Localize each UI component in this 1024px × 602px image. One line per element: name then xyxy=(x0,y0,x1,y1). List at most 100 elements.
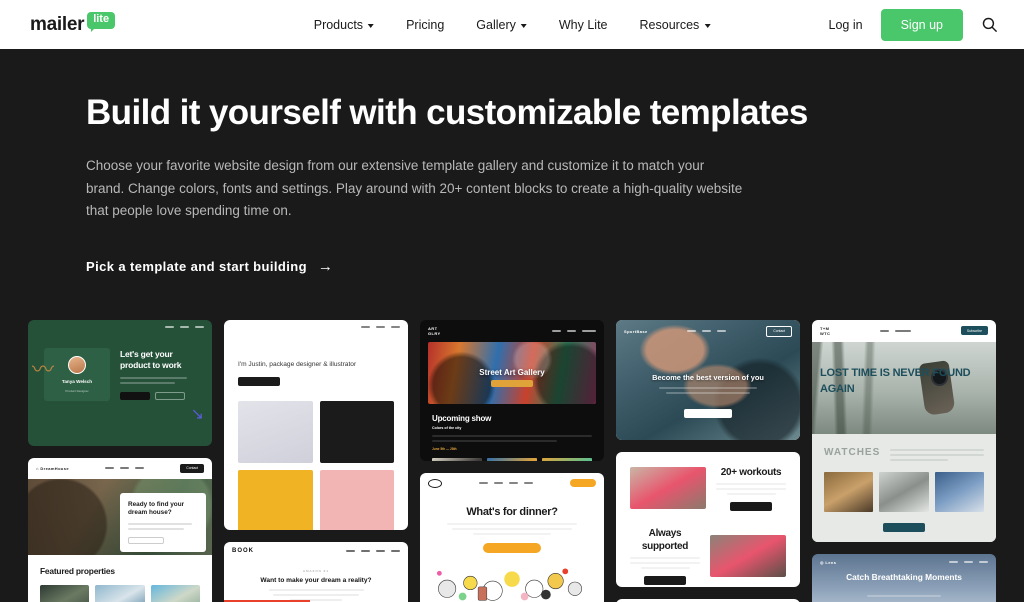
mini-nav-links xyxy=(552,329,596,332)
mini-nav-links xyxy=(687,330,727,333)
mini-cta-button[interactable]: Contact xyxy=(180,463,204,473)
personal-buttons xyxy=(120,391,196,400)
login-link[interactable]: Log in xyxy=(829,18,863,32)
nav-label-pricing: Pricing xyxy=(406,17,445,32)
top-navigation-bar: mailer lite Products Pricing Gallery Why… xyxy=(0,0,1024,49)
mini-navbar: SportBase Contact xyxy=(616,320,800,343)
template-card-package-designer[interactable]: I'm Justin, package designer & illustrat… xyxy=(224,319,408,530)
upcoming-show-subtitle: Colors of the city xyxy=(432,425,462,430)
supported-paragraph xyxy=(630,556,700,569)
package-image xyxy=(238,400,313,463)
watches-section-title: WATCHES xyxy=(824,446,881,458)
watch-image xyxy=(934,471,984,512)
template-card-street-art[interactable]: ART GLRY Street Art Gallery Upcoming show… xyxy=(420,319,604,461)
nav-item-why-lite[interactable]: Why Lite xyxy=(559,18,608,32)
fitness-cta-button[interactable] xyxy=(684,408,732,418)
artwork-thumbnails xyxy=(420,457,604,461)
workouts-button[interactable] xyxy=(730,501,772,511)
template-card-real-estate[interactable]: ⌂ DreamHouse Contact Ready to find your … xyxy=(28,457,212,602)
featured-properties-section: Featured properties Scandinavian Style h… xyxy=(28,555,212,602)
supported-heading: Always supported xyxy=(641,527,689,552)
nav-item-resources[interactable]: Resources xyxy=(640,18,711,32)
gallery-column-2: I'm Justin, package designer & illustrat… xyxy=(224,319,408,602)
template-card-watches[interactable]: T+M WTC Subscribe LOST TIME IS NEVER FOUN… xyxy=(812,319,996,542)
template-card-fitness-hero[interactable]: SportBase Contact Become the best versio… xyxy=(616,319,800,440)
mini-navbar: T+M WTC Subscribe xyxy=(812,320,996,342)
artwork-image xyxy=(487,457,537,461)
show-date: June 5th — 28th xyxy=(432,446,457,451)
package-image-grid xyxy=(224,400,408,530)
mini-logo: T+M WTC xyxy=(820,325,831,336)
watches-paragraph xyxy=(890,448,984,461)
real-estate-hero-image: Ready to find your dream house? xyxy=(28,478,212,555)
featured-properties-title: Featured properties xyxy=(40,565,115,576)
logo-lite-badge: lite xyxy=(87,12,116,32)
personal-hero: Tanya Welsch Product Designer Let's get … xyxy=(28,347,212,401)
street-art-cta-button[interactable] xyxy=(491,380,533,388)
mini-cta-button[interactable] xyxy=(570,479,596,488)
book-hero: AMAZON #1 Want to make your dream a real… xyxy=(224,569,408,602)
dinner-cta-button[interactable] xyxy=(483,542,541,553)
template-card-dinner[interactable]: What's for dinner? xyxy=(420,472,604,602)
real-estate-cta-button[interactable] xyxy=(128,537,164,545)
primary-button[interactable] xyxy=(120,391,150,400)
fitness-hero-title: Become the best version of you xyxy=(652,372,764,382)
personal-copy: Let's get your product to work xyxy=(120,349,196,400)
workouts-heading: 20+ workouts xyxy=(720,466,782,478)
watches-cta-button[interactable] xyxy=(883,522,925,532)
dinner-heading: What's for dinner? xyxy=(466,505,558,518)
logo-wordmark: mailer xyxy=(30,14,85,35)
template-gallery: 〰 ↘ Tanya Welsch Product Designer Let's … xyxy=(0,319,1024,602)
supported-image xyxy=(710,534,786,577)
workout-image xyxy=(630,467,706,510)
photography-paragraph xyxy=(867,594,941,597)
template-card-personal[interactable]: 〰 ↘ Tanya Welsch Product Designer Let's … xyxy=(28,319,212,446)
secondary-button[interactable] xyxy=(155,391,185,400)
dinner-paragraph xyxy=(447,522,577,535)
supported-copy: Always supported xyxy=(630,527,700,585)
watch-image xyxy=(879,471,929,512)
list-item[interactable]: Scandinavian Style house $1,500,000 xyxy=(40,584,90,602)
workouts-paragraph xyxy=(716,482,786,495)
template-card-workouts[interactable]: 20+ workouts Always supported xyxy=(616,451,800,587)
gallery-column-4: SportBase Contact Become the best versio… xyxy=(616,319,800,602)
artwork-image xyxy=(432,457,482,461)
primary-nav-menu: Products Pricing Gallery Why Lite Resour… xyxy=(314,18,711,32)
cta-label: Pick a template and start building xyxy=(86,258,307,274)
artwork-image xyxy=(542,457,592,461)
list-item[interactable]: Sunny palace by the sea $1,850,000 xyxy=(150,584,200,602)
supported-button[interactable] xyxy=(644,575,686,585)
watches-section: WATCHES xyxy=(812,433,996,542)
nav-item-products[interactable]: Products xyxy=(314,18,375,32)
template-card-book[interactable]: BOOK AMAZON #1 Want to make your dream a… xyxy=(224,541,408,602)
nav-item-gallery[interactable]: Gallery xyxy=(476,18,527,32)
search-icon[interactable] xyxy=(981,16,998,33)
nav-label-resources: Resources xyxy=(639,17,700,32)
property-list: Scandinavian Style house $1,500,000 Mode… xyxy=(40,584,200,602)
nav-label-why-lite: Why Lite xyxy=(558,17,608,32)
mailerlite-logo[interactable]: mailer lite xyxy=(30,12,116,35)
package-cta-button[interactable] xyxy=(238,376,280,386)
mini-nav-links xyxy=(949,561,988,564)
property-image xyxy=(40,584,90,602)
nav-item-pricing[interactable]: Pricing xyxy=(406,18,444,32)
template-card-photography[interactable]: ◎ Lens Catch Breathtaking Moments xyxy=(812,553,996,602)
chevron-down-icon xyxy=(520,23,527,28)
mini-cta-button[interactable]: Contact xyxy=(766,325,792,337)
profile-role: Product Designer xyxy=(65,388,89,393)
mini-nav-links xyxy=(165,325,204,328)
signup-button[interactable]: Sign up xyxy=(880,8,963,41)
mini-cta-button[interactable]: Subscribe xyxy=(960,326,988,336)
gallery-column-1: 〰 ↘ Tanya Welsch Product Designer Let's … xyxy=(28,319,212,602)
avatar xyxy=(68,355,86,374)
upcoming-show-section: Upcoming show Colors of the city June 5t… xyxy=(420,404,604,451)
workouts-copy: 20+ workouts xyxy=(716,466,786,511)
mini-nav-links xyxy=(346,549,400,552)
list-item[interactable]: Modern 3-bedroom villa $1,000,000 xyxy=(95,584,145,602)
street-art-hero-image: Street Art Gallery xyxy=(428,341,596,404)
nav-label-gallery: Gallery xyxy=(476,17,516,32)
mini-nav-links xyxy=(479,482,533,485)
mini-logo: ⌂ DreamHouse xyxy=(36,465,70,471)
pick-template-cta[interactable]: Pick a template and start building → xyxy=(86,258,333,275)
book-eyebrow: AMAZON #1 xyxy=(302,568,329,573)
